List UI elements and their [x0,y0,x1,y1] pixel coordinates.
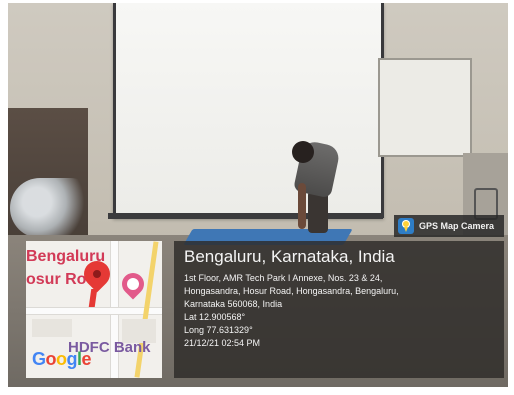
map-road [26,307,162,315]
photo-frame: GPS Map Camera Bengaluru osur Ro HDFC Ba… [8,3,508,387]
latitude: Lat 12.900568° [184,312,246,322]
bank-marker-icon [117,268,149,300]
gps-map-camera-icon [398,218,414,234]
location-title: Bengaluru, Karnataka, India [184,247,395,266]
location-map-thumbnail: Bengaluru osur Ro HDFC Bank Google [26,241,162,378]
logo-letter: o [56,349,67,369]
logo-letter: G [32,349,46,369]
gps-badge-label: GPS Map Camera [419,221,495,231]
address-line: Hongasandra, Hosur Road, Hongasandra, Be… [184,286,399,296]
logo-letter: g [66,349,78,369]
logo-letter: e [81,349,92,369]
address-line: Karnataka 560068, India [184,299,283,309]
timestamp: 21/12/21 02:54 PM [184,338,261,348]
location-info-panel: Bengaluru, Karnataka, India 1st Floor, A… [174,241,504,378]
map-area-label: osur Ro [26,271,87,288]
google-logo: Google [32,349,92,370]
address-line: 1st Floor, AMR Tech Park I Annexe, Nos. … [184,273,383,283]
logo-letter: o [45,349,57,369]
longitude: Long 77.631329° [184,325,253,335]
person-head [292,141,314,163]
whiteboard [378,58,472,157]
tinsel-decoration-left [10,178,100,238]
map-block [32,319,72,337]
person-legs [308,191,328,233]
projector-screen [113,3,384,218]
person-arm [298,183,306,229]
projector-screen-bar [108,213,383,219]
gps-map-camera-badge: GPS Map Camera [394,215,504,237]
